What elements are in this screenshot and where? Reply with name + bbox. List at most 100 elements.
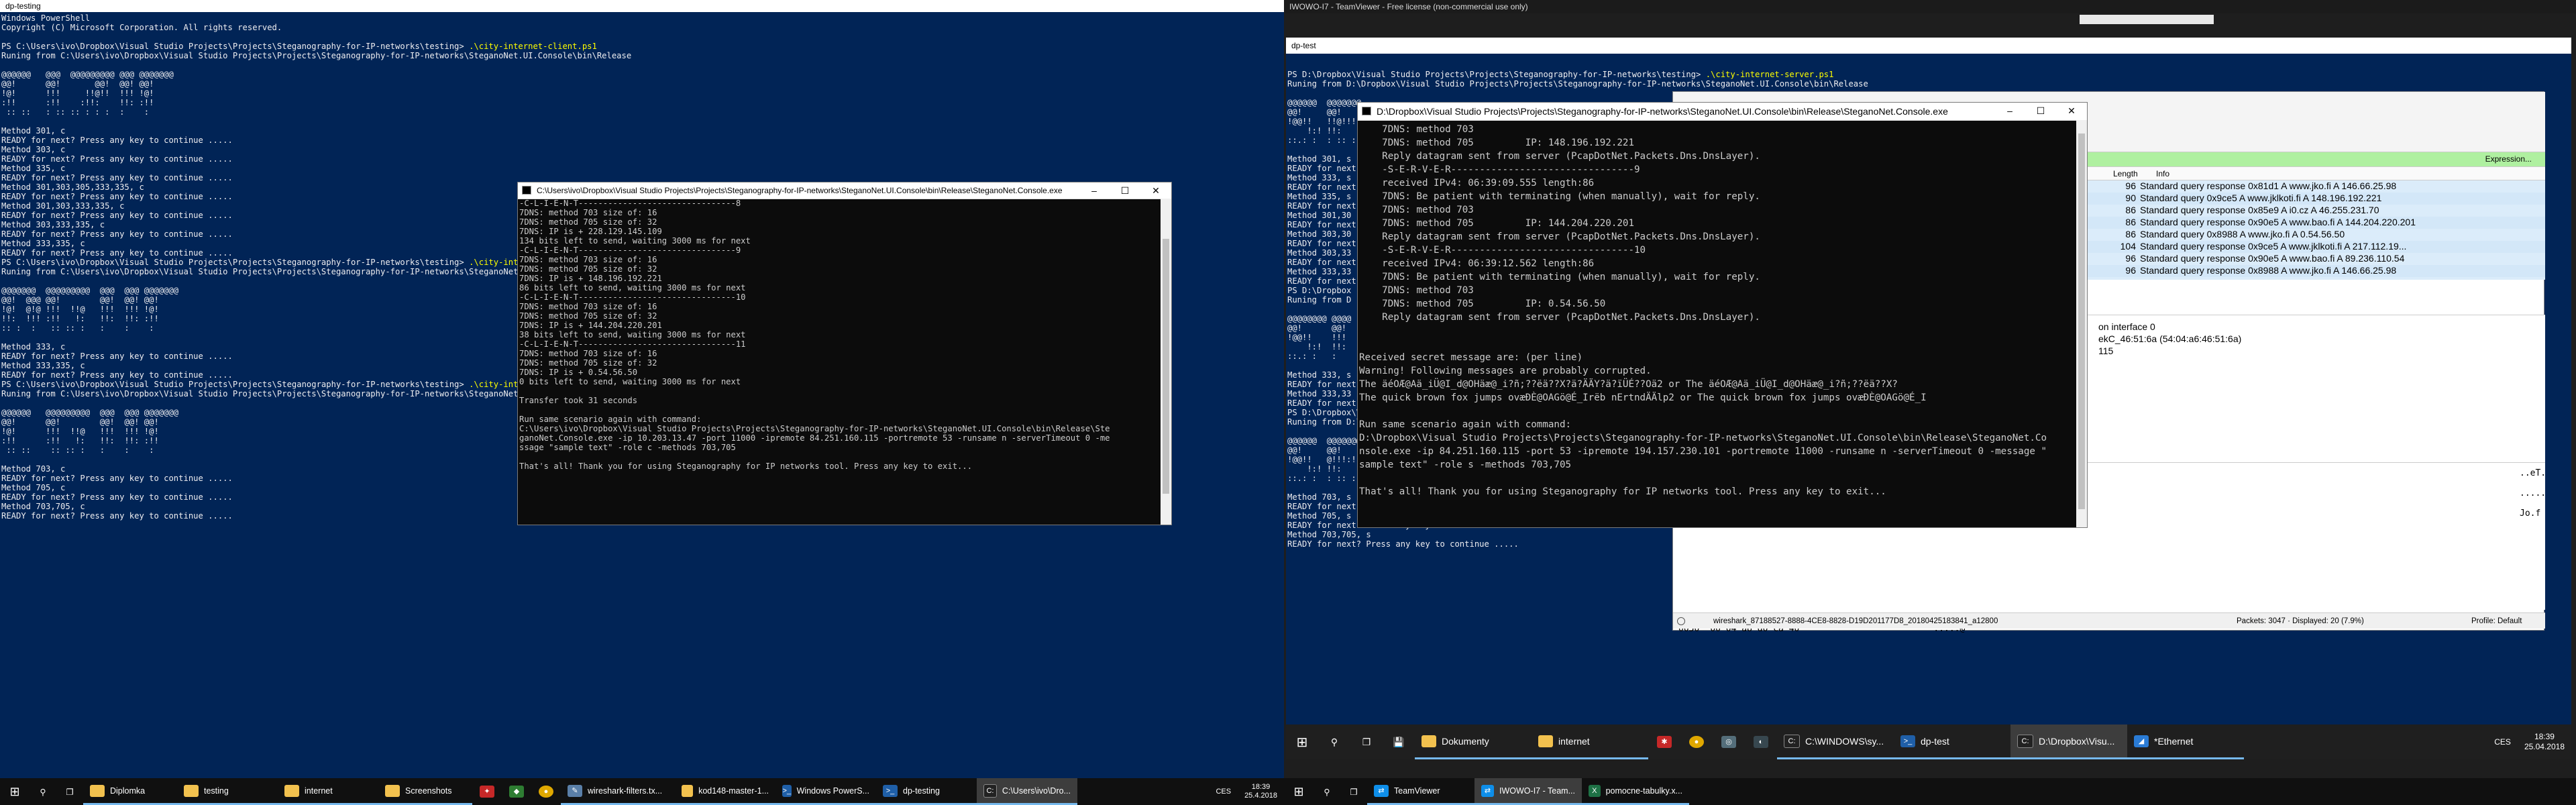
detail-line[interactable]: on interface 0 [2098, 321, 2545, 333]
excel-icon: X [1589, 784, 1601, 797]
taskbar-app-icon[interactable]: ◎ [1713, 724, 1745, 759]
column-header-length[interactable]: Length [2113, 167, 2138, 180]
status-profile[interactable]: Profile: Default [2471, 613, 2522, 629]
scrollbar-thumb[interactable] [1163, 239, 1169, 494]
terminal-line: -C-L-I-E-N-T----------------------------… [519, 246, 741, 255]
taskbar-item-dropbox-console[interactable]: C: D:\Dropbox\Visu... [2010, 724, 2127, 759]
terminal-line: 38 bits left to send, waiting 3000 ms fo… [519, 330, 746, 339]
terminal-line: 7DNS: method 705 IP: 0.54.56.50 [1359, 299, 1606, 309]
client-console-window[interactable]: C:\Users\ivo\Dropbox\Visual Studio Proje… [517, 182, 1172, 525]
cell-info: Standard query 0x8988 A www.jko.fi A 0.5… [2140, 229, 2345, 239]
terminal-line: Run same scenario again with command: [1359, 419, 1572, 430]
terminal-line: PS C:\Users\ivo\Dropbox\Visual Studio Pr… [1, 42, 597, 51]
taskbar-item-label: D:\Dropbox\Visu... [2039, 735, 2115, 747]
server-console-window[interactable]: D:\Dropbox\Visual Studio Projects\Projec… [1357, 102, 2088, 528]
teamviewer-icon: ⇄ [1481, 784, 1495, 797]
taskbar-app-icon[interactable]: ✦ [472, 778, 502, 805]
taskbar-item-label: Screenshots [405, 786, 452, 796]
folder-icon [385, 784, 400, 797]
taskbar-item-wireshark-filters[interactable]: ✎ wireshark-filters.tx... [561, 778, 675, 805]
clock[interactable]: 18:39 25.4.2018 [1238, 778, 1284, 805]
taskbar-app-icon[interactable]: ◆ [502, 778, 531, 805]
taskbar-item-kod[interactable]: kod148-master-1... [675, 778, 775, 805]
close-button[interactable]: ✕ [2056, 103, 2087, 119]
terminal-line: sample text" -role s -methods 703,705 [1359, 460, 1572, 470]
status-file: wireshark_87188527-8888-4CE8-8828-D19D20… [1713, 617, 1998, 625]
save-icon[interactable]: 💾 [1383, 724, 1415, 759]
terminal-line: 7DNS: method 703 [1359, 285, 1474, 296]
terminal-line: READY for next? Press any key to continu… [1, 154, 233, 164]
clock[interactable]: 18:39 25.04.2018 [2518, 724, 2571, 759]
expression-button[interactable]: Expression... [2485, 154, 2532, 164]
cell-info: Standard query response 0x81d1 A www.jko… [2140, 180, 2397, 191]
terminal-line: 7DNS: method 705 IP: 148.196.192.221 [1359, 138, 1634, 148]
start-button[interactable]: ⊞ [1284, 778, 1313, 805]
terminal-line: Transfer took 31 seconds [519, 396, 638, 405]
terminal-line: READY for next? Press any key to continu… [1, 173, 233, 182]
taskbar-item-dp-testing[interactable]: >_ dp-testing [876, 778, 977, 805]
language-indicator[interactable]: CES [2487, 724, 2518, 759]
minimize-button[interactable]: – [1994, 103, 2025, 119]
taskbar-item-console[interactable]: C: C:\Users\ivo\Dro... [977, 778, 1077, 805]
taskbar-app-icon[interactable]: ◐ [1745, 724, 1777, 759]
taskbar-item-label: dp-testing [903, 786, 940, 796]
maximize-button[interactable]: ☐ [1110, 182, 1140, 199]
taskbar-item-screenshots[interactable]: Screenshots [378, 778, 472, 805]
close-button[interactable]: ✕ [1140, 182, 1171, 199]
search-icon[interactable]: ⚲ [30, 778, 56, 805]
terminal-line: 7DNS: IP is + 148.196.192.221 [519, 274, 662, 283]
scrollbar[interactable] [2076, 120, 2087, 527]
scrollbar-thumb[interactable] [2078, 133, 2085, 509]
terminal-line: READY for next? Press any key to continu… [1, 136, 233, 145]
search-icon[interactable]: ⚲ [1313, 778, 1340, 805]
task-view-icon[interactable]: ❐ [1350, 724, 1383, 759]
terminal-line: 7DNS: Be patient with terminating (when … [1359, 272, 1760, 282]
taskbar-item-internet[interactable]: internet [278, 778, 378, 805]
maximize-button[interactable]: ☐ [2025, 103, 2056, 119]
chrome-icon[interactable]: ● [531, 778, 561, 805]
terminal-output[interactable]: -C-L-I-E-N-T----------------------------… [518, 199, 1161, 525]
remote-taskbar: ⊞ ⚲ ❐ 💾 Dokumenty internet ✱ ● ◎ ◐ C: C:\… [1286, 724, 2571, 759]
powershell-icon: >_ [883, 784, 898, 797]
cell-info: Standard query response 0x8988 A www.jko… [2140, 265, 2397, 276]
taskbar-item-teamviewer-session[interactable]: ⇄ IWOWO-I7 - Team... [1474, 778, 1582, 805]
taskbar-item-dp-test[interactable]: >_ dp-test [1894, 724, 2010, 759]
chrome-logo-icon: ● [1689, 736, 1704, 748]
taskbar-item-dokumenty[interactable]: Dokumenty [1415, 724, 1532, 759]
start-button[interactable]: ⊞ [1286, 724, 1318, 759]
language-indicator[interactable]: CES [1209, 778, 1238, 805]
chrome-logo-icon: ● [539, 786, 553, 798]
taskbar-item-cmd[interactable]: C: C:\WINDOWS\sy... [1777, 724, 1894, 759]
bug-icon: ✱ [1657, 736, 1672, 748]
folder-icon [284, 784, 299, 797]
terminal-line: 7DNS: IP is + 144.204.220.201 [519, 321, 662, 330]
taskbar-item-testing[interactable]: testing [177, 778, 278, 805]
detail-line[interactable]: 115 [2098, 345, 2545, 357]
detail-line[interactable]: ekC_46:51:6a (54:04:a6:46:51:6a) [2098, 333, 2545, 345]
terminal-line: D:\Dropbox\Visual Studio Projects\Projec… [1359, 433, 2047, 443]
terminal-output[interactable]: 7DNS: method 703 7DNS: method 705 IP: 14… [1358, 120, 2078, 527]
taskbar-item-windows-powershell[interactable]: >_ Windows PowerS... [775, 778, 876, 805]
column-header-info[interactable]: Info [2156, 167, 2169, 180]
host-taskbar: ⊞ ⚲ ❐ ⇄ TeamViewer ⇄ IWOWO-I7 - Team... Xp… [1284, 778, 2576, 805]
status-icon[interactable] [1677, 617, 1685, 625]
search-icon[interactable]: ⚲ [1318, 724, 1350, 759]
taskbar-item-diplomka[interactable]: Diplomka [83, 778, 177, 805]
minimize-button[interactable]: – [1079, 182, 1110, 199]
scrollbar[interactable] [1161, 199, 1171, 525]
status-bar: wireshark_87188527-8888-4CE8-8828-D19D20… [1673, 612, 2545, 629]
taskbar-item-ethernet[interactable]: ◢ *Ethernet [2127, 724, 2244, 759]
taskbar-item-internet[interactable]: internet [1532, 724, 1648, 759]
taskbar-app-icon[interactable]: ✱ [1648, 724, 1680, 759]
terminal-line: 7DNS: method 703 [1359, 205, 1474, 215]
taskbar-item-teamviewer[interactable]: ⇄ TeamViewer [1367, 778, 1474, 805]
chrome-icon[interactable]: ● [1680, 724, 1713, 759]
start-button[interactable]: ⊞ [0, 778, 30, 805]
task-view-icon[interactable]: ❐ [56, 778, 83, 805]
taskbar-item-excel[interactable]: Xpomocne-tabulky.x... [1582, 778, 1689, 805]
terminal-line: -S-E-R-V-E-R----------------------------… [1359, 245, 1646, 256]
task-view-icon[interactable]: ❐ [1340, 778, 1367, 805]
